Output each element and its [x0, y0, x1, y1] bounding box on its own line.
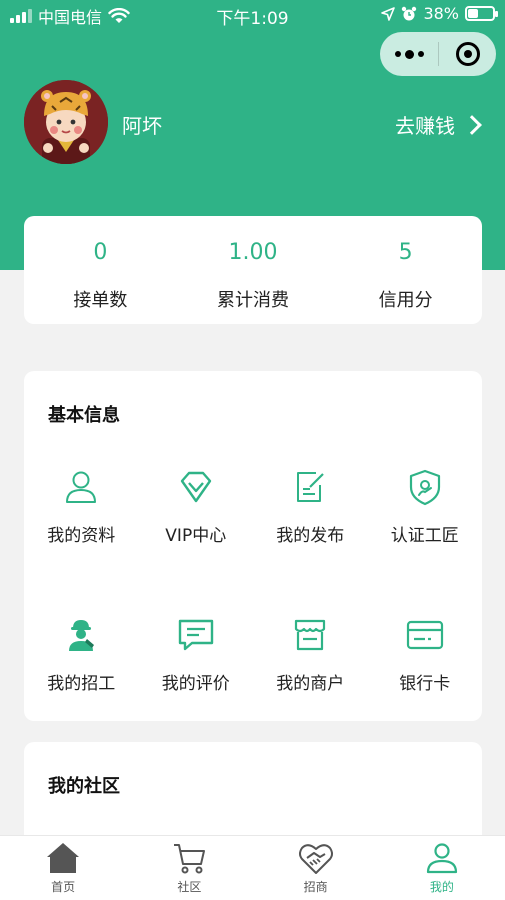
tab-label: 我的 [429, 880, 454, 894]
battery-percent: 38% [423, 4, 459, 23]
location-arrow-icon [381, 6, 396, 21]
stat-value: 5 [398, 240, 413, 265]
grid-label: 我的商户 [276, 674, 345, 694]
grid-label: 认证工匠 [390, 526, 459, 546]
battery-icon [465, 6, 498, 21]
close-miniprogram-button[interactable] [439, 32, 496, 76]
tab-label: 首页 [51, 880, 76, 894]
bank-card-icon [406, 620, 443, 650]
status-bar: 中国电信 下午1:09 38% [0, 0, 505, 29]
earn-money-link[interactable]: 去赚钱 [395, 110, 483, 139]
bank-card-item[interactable]: 银行卡 [368, 615, 483, 694]
stats-card: 0 接单数 1.00 累计消费 5 信用分 [24, 216, 482, 324]
certified-craftsman-item[interactable]: 认证工匠 [368, 467, 483, 546]
tab-business[interactable]: 招商 [253, 836, 379, 900]
section-title: 基本信息 [48, 405, 120, 426]
earn-money-label: 去赚钱 [395, 114, 455, 138]
grid-label: 我的招工 [47, 674, 116, 694]
worker-icon [69, 620, 95, 651]
grid-label: 我的资料 [47, 526, 116, 546]
stat-label: 信用分 [378, 290, 433, 311]
user-icon [426, 843, 457, 874]
grid-label: 银行卡 [399, 674, 451, 694]
comment-icon [178, 619, 213, 651]
grid-label: 我的发布 [276, 526, 345, 546]
my-store-item[interactable]: 我的商户 [253, 615, 368, 694]
tiger-cartoon-icon [24, 80, 108, 164]
tab-home[interactable]: 首页 [0, 836, 126, 900]
my-hiring-item[interactable]: 我的招工 [24, 615, 139, 694]
store-icon [295, 619, 326, 651]
stat-label: 累计消费 [217, 290, 289, 311]
stat-label: 接单数 [73, 290, 128, 311]
vip-center-item[interactable]: VIP中心 [139, 467, 254, 546]
stat-value: 1.00 [228, 240, 278, 265]
battery-fill [468, 9, 478, 18]
target-circle-icon [455, 42, 480, 66]
stat-credit[interactable]: 5 信用分 [329, 216, 482, 324]
tab-label: 招商 [303, 880, 328, 894]
basic-info-row-1: 我的资料 VIP中心 我的发布 认证工匠 [24, 467, 482, 546]
diamond-icon [180, 471, 211, 503]
tab-community[interactable]: 社区 [126, 836, 252, 900]
tab-mine[interactable]: 我的 [379, 836, 505, 900]
my-posts-item[interactable]: 我的发布 [253, 467, 368, 546]
section-title: 我的社区 [48, 776, 120, 797]
miniprogram-capsule [380, 32, 496, 76]
status-right: 38% [381, 4, 498, 23]
grid-label: VIP中心 [165, 526, 227, 546]
handshake-icon [298, 844, 333, 874]
chevron-right-icon [462, 114, 482, 135]
bottom-tab-bar: 首页 社区 招商 我的 [0, 835, 505, 900]
tab-label: 社区 [177, 880, 202, 894]
more-options-icon[interactable] [380, 32, 438, 76]
grid-label: 我的评价 [161, 674, 230, 694]
shield-check-icon [409, 469, 440, 506]
basic-info-row-2: 我的招工 我的评价 我的商户 银行卡 [24, 615, 482, 694]
avatar[interactable] [24, 80, 108, 164]
username: 阿坏 [122, 114, 162, 138]
my-profile-item[interactable]: 我的资料 [24, 467, 139, 546]
stat-consumption[interactable]: 1.00 累计消费 [177, 216, 330, 324]
user-icon [66, 471, 97, 503]
edit-document-icon [297, 472, 325, 502]
alarm-icon [402, 6, 417, 20]
cart-icon [174, 844, 206, 874]
my-reviews-item[interactable]: 我的评价 [139, 615, 254, 694]
home-icon [47, 843, 80, 873]
stat-orders[interactable]: 0 接单数 [24, 216, 177, 324]
stat-value: 0 [93, 240, 108, 265]
basic-info-card: 基本信息 我的资料 VIP中心 我的发布 认证工匠 我的招工 我的评价 我的商户… [24, 371, 482, 721]
